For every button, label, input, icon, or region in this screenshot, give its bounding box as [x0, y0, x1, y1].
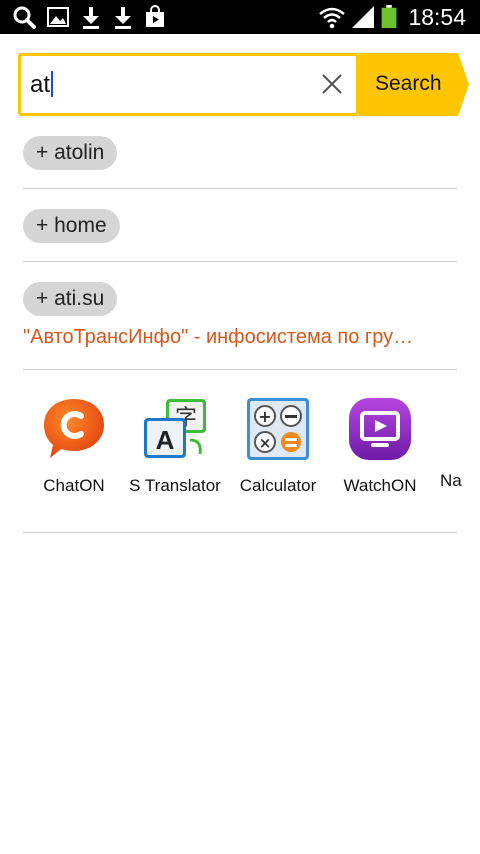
suggestion-chip-home[interactable]: + home — [23, 209, 120, 243]
search-field-frame: at — [18, 53, 359, 116]
app-watchon[interactable]: WatchON — [330, 396, 430, 496]
app-label: WatchON — [343, 476, 417, 495]
suggestion-chip-ati-su[interactable]: + ati.su — [23, 282, 118, 316]
svg-text:+: + — [258, 407, 271, 426]
svg-text:×: × — [259, 434, 272, 452]
calculator-icon: + × — [247, 398, 309, 460]
divider — [23, 188, 457, 189]
search-input-value: at — [30, 71, 54, 99]
app-s-translator[interactable]: 字 A S Translator — [125, 396, 225, 496]
shop-bag-icon — [146, 5, 164, 27]
status-bar: 18:54 — [0, 0, 480, 34]
translator-icon: 字 A — [144, 399, 206, 458]
watchon-icon — [349, 398, 411, 460]
search-input[interactable]: at — [21, 56, 356, 113]
app-label: S Translator — [129, 476, 221, 495]
battery-icon — [381, 5, 397, 29]
search-button[interactable]: Search — [359, 53, 470, 116]
app-partial[interactable]: Na — [430, 396, 480, 491]
search-icon — [13, 6, 36, 29]
app-calculator[interactable]: + × Calculator — [228, 396, 328, 496]
text-cursor — [51, 71, 54, 97]
download-icon — [83, 7, 99, 29]
download-icon — [115, 7, 131, 29]
search-button-label: Search — [375, 72, 442, 95]
suggestion-chip-atolin[interactable]: + atolin — [23, 136, 118, 170]
partial-app-icon — [435, 396, 475, 462]
clear-icon[interactable] — [320, 72, 344, 96]
signal-icon — [352, 6, 374, 28]
app-label: Na — [440, 471, 462, 490]
app-chaton[interactable]: ChatON — [24, 396, 124, 496]
clock: 18:54 — [408, 4, 466, 30]
app-label: ChatON — [43, 476, 105, 495]
chaton-icon — [44, 399, 104, 458]
divider — [23, 369, 457, 370]
suggestion-site-link[interactable]: "АвтоТрансИнфо" - инфосистема по гру… — [23, 326, 457, 349]
wifi-icon — [319, 7, 345, 29]
svg-text:A: A — [156, 425, 175, 455]
divider — [23, 532, 457, 533]
app-label: Calculator — [239, 476, 317, 495]
gallery-icon — [47, 7, 69, 27]
divider — [23, 261, 457, 262]
